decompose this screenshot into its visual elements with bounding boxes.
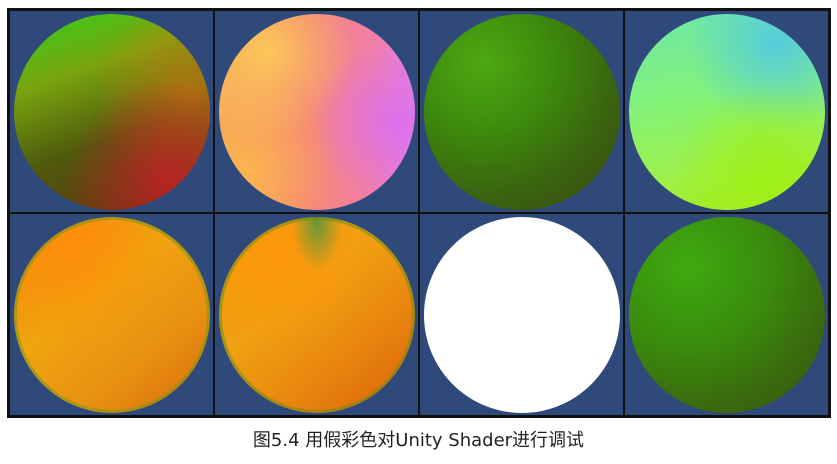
false-color-sphere bbox=[218, 216, 415, 413]
sphere-grid-figure bbox=[7, 8, 831, 418]
grid-cell-1 bbox=[9, 10, 214, 213]
grid-cell-7 bbox=[419, 213, 624, 416]
false-color-sphere bbox=[423, 216, 620, 413]
grid-cell-2 bbox=[214, 10, 419, 213]
grid-cell-8 bbox=[624, 213, 829, 416]
false-color-sphere bbox=[13, 13, 210, 210]
false-color-sphere bbox=[628, 13, 825, 210]
grid-cell-4 bbox=[624, 10, 829, 213]
grid-cell-6 bbox=[214, 213, 419, 416]
grid-cell-3 bbox=[419, 10, 624, 213]
false-color-sphere bbox=[423, 13, 620, 210]
grid-cell-5 bbox=[9, 213, 214, 416]
figure-caption: 图5.4 用假彩色对Unity Shader进行调试 bbox=[252, 430, 585, 451]
false-color-sphere bbox=[13, 216, 210, 413]
false-color-sphere bbox=[628, 216, 825, 413]
false-color-sphere bbox=[218, 13, 415, 210]
